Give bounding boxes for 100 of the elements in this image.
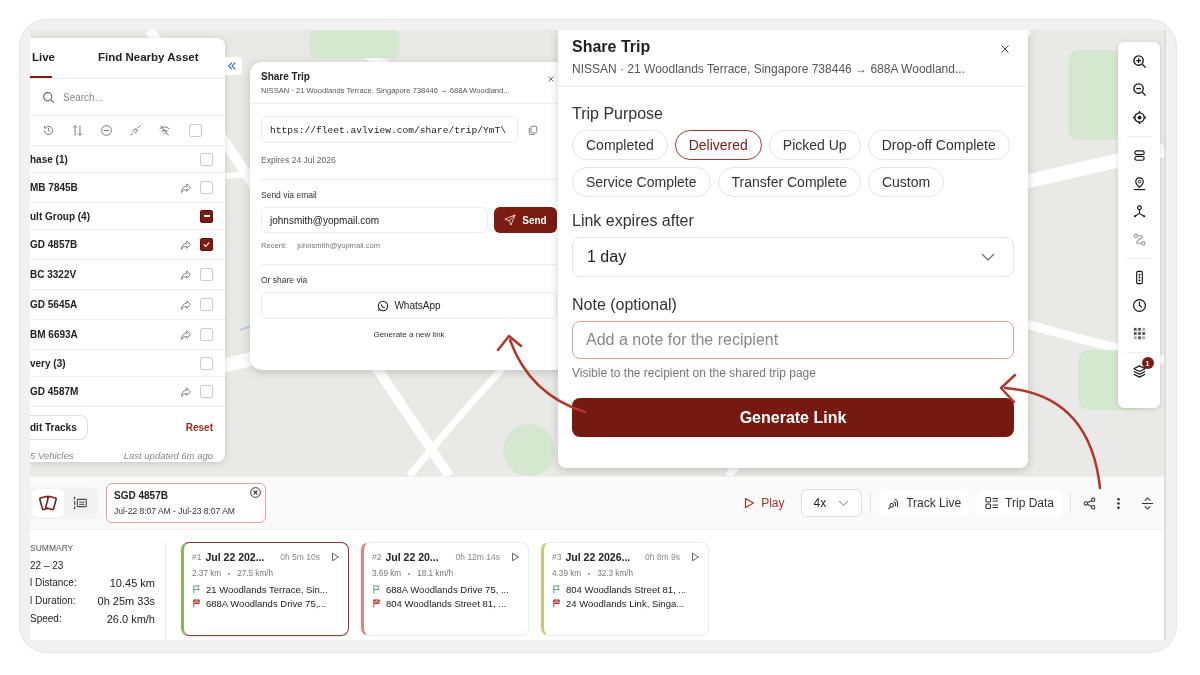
- play-icon: [743, 497, 756, 509]
- path-icon[interactable]: [1131, 232, 1147, 247]
- list-icon: [71, 494, 89, 512]
- end-address: 804 Woodlands Street 81, ...: [386, 598, 507, 609]
- trip-speed: 18.1 km/h: [417, 569, 454, 578]
- start-address: 688A Woodlands Drive 75, ...: [386, 584, 509, 595]
- vehicle-plate[interactable]: BC 3322V: [30, 269, 180, 280]
- note-field[interactable]: Add a note for the recipient: [572, 321, 1014, 359]
- trip-number: #3: [552, 552, 562, 562]
- email-field[interactable]: johnsmith@yopmail.com: [261, 207, 488, 233]
- summary-value: 0h 25m 33s: [97, 595, 155, 607]
- end-address: 688A Woodlands Drive 75,...: [206, 598, 327, 609]
- finish-flag-icon: [192, 599, 201, 608]
- edit-tracks-button[interactable]: dit Tracks: [30, 415, 88, 440]
- grid-icon[interactable]: [1131, 326, 1147, 341]
- trip-speed: 32.3 km/h: [597, 569, 634, 578]
- last-updated: Last updated 6m ago: [123, 450, 213, 461]
- close-icon[interactable]: [249, 487, 261, 498]
- wifi-off-icon[interactable]: [158, 124, 171, 137]
- section-label: Or share via: [261, 275, 309, 285]
- trip-date: Jul 22 2026...: [565, 551, 631, 563]
- close-icon[interactable]: [1000, 44, 1010, 54]
- chip-plate: SGD 4857B: [114, 490, 169, 501]
- map-pin-icon[interactable]: [1131, 176, 1147, 191]
- chevron-down-icon: [838, 499, 850, 507]
- speed-dropdown[interactable]: 4x: [800, 489, 863, 517]
- play-icon[interactable]: [690, 552, 700, 562]
- trip-card[interactable]: #1 Jul 22 202... 0h 5m 10s 2.37 km 27.5 km/h 21 Woodlands Terrace, Sin... 688A Woodlands Drive 75,...: [181, 542, 349, 636]
- vehicle-plate[interactable]: MB 7845B: [30, 182, 180, 193]
- checkbox[interactable]: [200, 209, 213, 223]
- trip-card[interactable]: #2 Jul 22 20... 0h 12m 14s 3.69 km 18.1 km/h 688A Woodlands Drive 75, ... 804 Woodlands Street 81, ...: [361, 542, 529, 636]
- cards-view-button[interactable]: [32, 489, 64, 517]
- section-label: Send via email: [261, 190, 318, 200]
- whatsapp-button[interactable]: WhatsApp: [261, 292, 557, 319]
- generate-link-button[interactable]: Generate Link: [572, 398, 1014, 437]
- note-hint: Visible to the recipient on the shared trip page: [572, 366, 817, 380]
- summary-value: 10.45 km: [109, 577, 155, 589]
- summary-value: 26.0 km/h: [106, 613, 155, 625]
- expiry-date: Expires 24 Jul 2026: [261, 155, 337, 165]
- checkbox[interactable]: [200, 238, 213, 251]
- vehicle-plate[interactable]: GD 4857B: [30, 239, 180, 250]
- layers-icon[interactable]: [1131, 364, 1147, 379]
- expiry-dropdown[interactable]: 1 day: [572, 237, 1014, 277]
- share-arrow-icon[interactable]: [180, 328, 192, 341]
- clock-icon[interactable]: [1131, 298, 1147, 313]
- trip-date: Jul 22 202...: [205, 551, 265, 563]
- cards-icon: [38, 493, 58, 513]
- play-icon[interactable]: [330, 552, 340, 562]
- panel-title: Share Trip: [572, 38, 651, 56]
- history-icon[interactable]: [42, 124, 55, 137]
- trip-route: NISSAN · 21 Woodlands Terrace, Singapore 738446 → 688A Woodland...: [572, 62, 966, 76]
- link-field[interactable]: https://fleet.avlview.com/share/trip/YmT\: [261, 116, 518, 143]
- chat-bubble-icon: [377, 299, 390, 312]
- share-icon[interactable]: [1083, 496, 1096, 510]
- summary-label: Speed:: [30, 613, 62, 625]
- locate-icon[interactable]: [1131, 110, 1147, 125]
- list-icon: [985, 496, 1000, 510]
- zoom-out-icon[interactable]: [1131, 82, 1147, 97]
- double-chevron-icon: [227, 61, 237, 71]
- start-flag-icon: [552, 585, 561, 594]
- chip-date-range: Jul-22 8:07 AM - Jul-23 8:07 AM: [114, 506, 235, 516]
- generate-new-link[interactable]: Generate a new link: [373, 330, 445, 339]
- reset-button[interactable]: Reset: [185, 422, 213, 433]
- track-live-button[interactable]: Track Live: [879, 490, 970, 516]
- expand-icon[interactable]: [1141, 496, 1154, 510]
- share-arrow-icon[interactable]: [180, 181, 192, 194]
- popup-title: Share Trip: [261, 71, 310, 82]
- trip-chip[interactable]: SGD 4857B Jul-22 8:07 AM - Jul-23 8:07 AM: [106, 483, 266, 523]
- trip-card[interactable]: #3 Jul 22 2026... 0h 8m 9s 4.39 km 32.3 km/h 804 Woodlands Street 81, ... 24 Woodlands Link, Singa...: [541, 542, 709, 636]
- trip-number: #2: [372, 552, 382, 562]
- trip-duration: 0h 12m 14s: [455, 552, 500, 562]
- share-arrow-icon[interactable]: [180, 298, 192, 311]
- purpose-chip[interactable]: Delivered: [674, 130, 762, 160]
- finish-flag-icon: [372, 599, 381, 608]
- share-arrow-icon[interactable]: [180, 268, 192, 281]
- play-icon[interactable]: [510, 552, 520, 562]
- summary-dates: 22 – 23: [30, 560, 65, 571]
- summary-heading: SUMMARY: [30, 543, 75, 553]
- zoom-in-icon[interactable]: [1131, 54, 1147, 69]
- play-button[interactable]: Play: [743, 496, 785, 510]
- vehicle-plate[interactable]: GD 5645A: [30, 299, 180, 310]
- share-arrow-icon[interactable]: [180, 238, 192, 251]
- sort-icon[interactable]: [71, 124, 84, 137]
- network-icon[interactable]: [1131, 204, 1147, 219]
- send-button[interactable]: Send: [494, 207, 557, 233]
- trip-data-button[interactable]: Trip Data: [977, 490, 1062, 516]
- trip-distance: 3.69 km: [372, 569, 402, 578]
- field-label: Note (optional): [572, 296, 678, 314]
- collapse-button[interactable]: [222, 57, 242, 75]
- minus-circle-icon[interactable]: [100, 124, 113, 137]
- route-icon[interactable]: [1131, 148, 1147, 163]
- plug-icon[interactable]: [129, 124, 142, 137]
- vehicle-plate[interactable]: GD 4587M: [30, 386, 180, 397]
- summary-label: l Distance:: [30, 577, 77, 589]
- copy-icon[interactable]: [528, 124, 538, 135]
- panel-tab[interactable]: Find Nearby Asset: [96, 38, 201, 78]
- group-name: ult Group (4): [30, 210, 91, 222]
- share-arrow-icon[interactable]: [180, 385, 192, 398]
- vehicle-plate[interactable]: BM 6693A: [30, 329, 180, 340]
- search-field[interactable]: Search...: [61, 90, 195, 104]
